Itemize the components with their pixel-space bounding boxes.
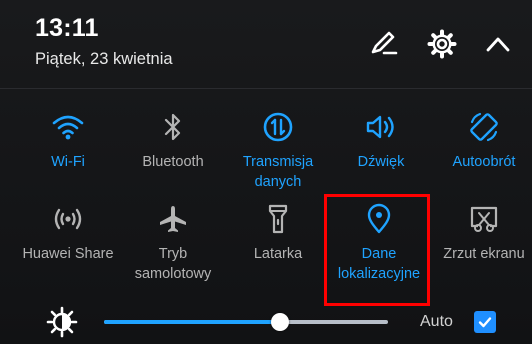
tile-label: Dźwięk [357,154,405,170]
notification-header: 13:11 Piątek, 23 kwietnia [0,0,532,88]
auto-brightness-checkbox[interactable] [474,311,496,333]
tile-label: Huawei Share [22,246,114,262]
location-icon [367,203,391,234]
header-divider [0,88,532,89]
wifi-icon [52,115,84,140]
tile-airplane[interactable]: Tryb samolotowy [120,200,226,310]
tile-label: Latarka [253,246,303,262]
flashlight-icon [268,204,288,234]
tile-label: Bluetooth [142,154,204,170]
brightness-icon [46,306,78,338]
date-label: Piątek, 23 kwietnia [35,50,173,68]
auto-brightness-label: Auto [420,313,453,330]
edit-button[interactable] [364,24,404,64]
quick-settings-panel: 13:11 Piątek, 23 kwietnia Wi-Fi Bluetoot… [0,0,532,344]
slider-thumb[interactable] [271,313,290,331]
tile-label: Wi-Fi [51,154,85,170]
pencil-icon [371,31,398,55]
tile-label: Autoobrót [452,154,516,170]
tile-label: Tryb samolotowy [134,246,212,282]
chevron-up-icon [486,37,510,52]
huawei-share-icon [54,208,82,230]
mobile-data-icon [263,112,293,142]
bluetooth-icon [164,113,181,141]
airplane-icon [160,206,186,232]
gear-icon [427,29,457,59]
screenshot-icon [470,206,498,232]
tile-location[interactable]: Dane lokalizacyjne [326,200,432,310]
tile-label: Zrzut ekranu [443,246,525,262]
tile-label: Transmisja danych [242,154,314,190]
sound-icon [366,115,394,139]
tile-flashlight[interactable]: Latarka [225,200,331,310]
tile-huawei-share[interactable]: Huawei Share [15,200,121,310]
settings-button[interactable] [422,24,462,64]
tile-screenshot[interactable]: Zrzut ekranu [431,200,532,310]
auto-rotate-icon [470,112,498,142]
tile-label: Dane lokalizacyjne [337,246,421,282]
brightness-slider[interactable] [104,309,388,335]
clock-time: 13:11 [35,14,99,42]
brightness-button[interactable] [46,306,78,338]
checkmark-icon [478,317,492,328]
collapse-button[interactable] [478,24,518,64]
slider-fill [104,320,281,324]
